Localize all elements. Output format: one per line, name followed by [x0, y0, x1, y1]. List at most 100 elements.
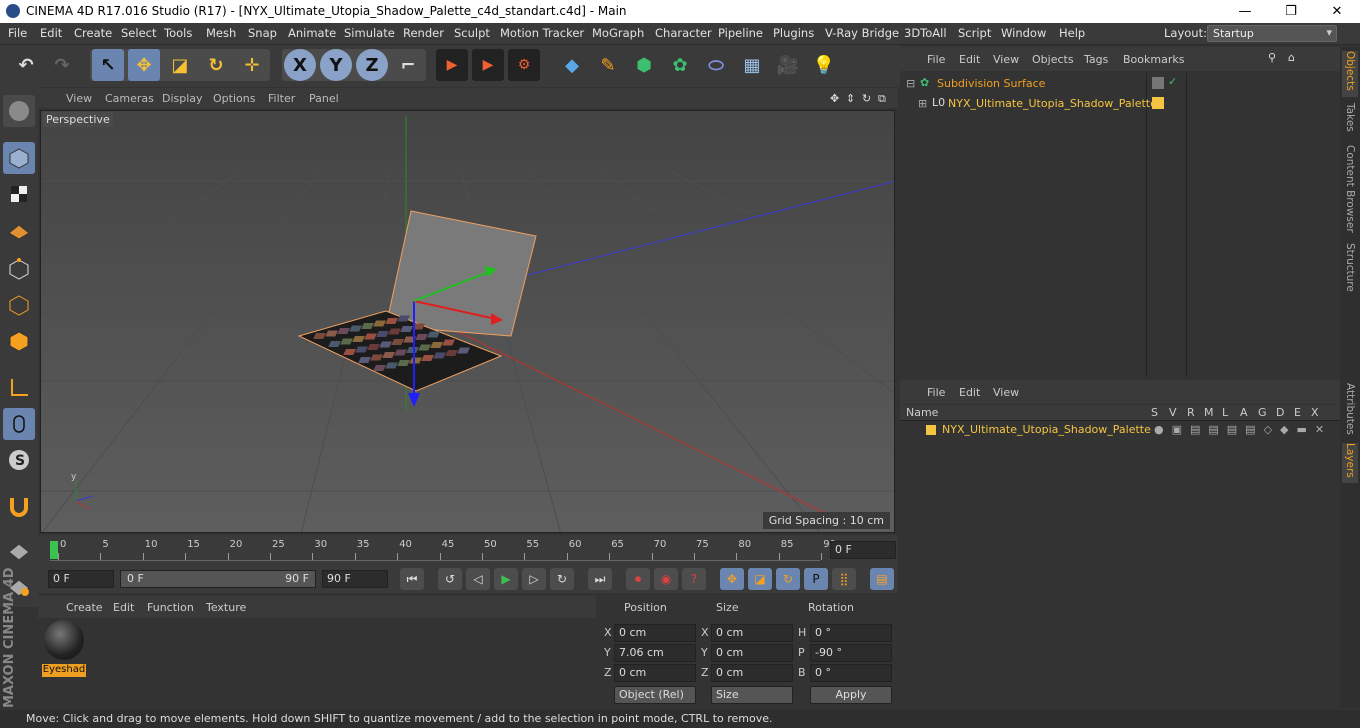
menu-plugins[interactable]: Plugins — [773, 26, 814, 40]
material-menu-function[interactable]: Function — [147, 601, 194, 614]
layers-menu-edit[interactable]: Edit — [959, 386, 980, 399]
layers-menu-view[interactable]: View — [993, 386, 1019, 399]
rot-p-field[interactable]: -90 ° — [810, 644, 892, 662]
menu-help[interactable]: Help — [1059, 26, 1085, 40]
menu-mograph[interactable]: MoGraph — [592, 26, 644, 40]
autokey-icon[interactable]: ◉ — [654, 568, 678, 590]
scale-icon[interactable]: ◪ — [164, 49, 196, 81]
key-parameter-icon[interactable]: P — [804, 568, 828, 590]
menu-edit[interactable]: Edit — [40, 26, 62, 40]
snap-icon[interactable]: S — [3, 444, 35, 476]
timeline-ruler[interactable]: 051015202530354045505560657075808590 — [50, 539, 836, 561]
search-icon[interactable]: ⚲ — [1268, 51, 1276, 64]
layer-col-render[interactable]: R — [1187, 406, 1195, 419]
render-view-icon[interactable]: ▶ — [436, 49, 468, 81]
pos-y-field[interactable]: 7.06 cm — [614, 644, 696, 662]
objects-menu-objects[interactable]: Objects — [1032, 53, 1074, 66]
size-x-field[interactable]: 0 cm — [711, 624, 793, 642]
rot-b-field[interactable]: 0 ° — [810, 664, 892, 682]
next-frame-icon[interactable]: ▷ — [522, 568, 546, 590]
layer-col-deformers[interactable]: D — [1276, 406, 1284, 419]
viewport-move-icon[interactable]: ✥ — [830, 92, 839, 105]
layer-col-manager[interactable]: M — [1204, 406, 1214, 419]
move-icon[interactable]: ✥ — [128, 49, 160, 81]
rot-h-field[interactable]: 0 ° — [810, 624, 892, 642]
editor-visibility-icon[interactable] — [1152, 77, 1164, 89]
objects-menu-tags[interactable]: Tags — [1084, 53, 1108, 66]
menu-3dtoall[interactable]: 3DToAll — [904, 26, 947, 40]
layer-color-icon[interactable] — [926, 425, 936, 435]
layout-dropdown[interactable]: Startup ▾ — [1207, 25, 1337, 42]
current-frame-field[interactable]: 0 F — [830, 541, 896, 559]
layer-color-icon[interactable] — [1152, 97, 1164, 109]
playhead[interactable] — [50, 541, 58, 559]
menu-motion-tracker[interactable]: Motion Tracker — [500, 26, 584, 40]
menu-pipeline[interactable]: Pipeline — [718, 26, 763, 40]
viewport-menu-filter[interactable]: Filter — [268, 92, 295, 105]
cube-icon[interactable]: ◆ — [556, 49, 588, 81]
tab-layers[interactable]: Layers — [1342, 443, 1358, 483]
layer-col-expressions[interactable]: E — [1294, 406, 1301, 419]
model-mode-icon[interactable] — [3, 142, 35, 174]
key-pla-icon[interactable]: ⣿ — [832, 568, 856, 590]
subdivision-icon[interactable]: ⬢ — [628, 49, 660, 81]
x-axis-icon[interactable]: X — [284, 49, 316, 81]
go-to-start-icon[interactable]: ⏮ — [400, 568, 424, 590]
viewport-menu-cameras[interactable]: Cameras — [105, 92, 154, 105]
layer-col-view[interactable]: V — [1169, 406, 1177, 419]
camera-label[interactable]: Perspective — [43, 112, 113, 127]
viewport-menu-options[interactable]: Options — [213, 92, 255, 105]
points-mode-icon[interactable] — [3, 253, 35, 285]
pos-x-field[interactable]: 0 cm — [614, 624, 696, 642]
play-icon[interactable]: ▶ — [494, 568, 518, 590]
tweak-mode-icon[interactable] — [3, 408, 35, 440]
material-swatch[interactable]: Eyeshad — [42, 620, 86, 678]
objects-menu-file[interactable]: File — [927, 53, 945, 66]
menu-file[interactable]: File — [8, 26, 27, 40]
render-picture-viewer-icon[interactable]: ▶ — [472, 49, 504, 81]
material-menu-edit[interactable]: Edit — [113, 601, 134, 614]
size-mode-dropdown[interactable]: Size — [711, 686, 793, 704]
viewport-rotate-icon[interactable]: ↻ — [862, 92, 871, 105]
menu-character[interactable]: Character — [655, 26, 712, 40]
menu-window[interactable]: Window — [1001, 26, 1046, 40]
layer-col-generators[interactable]: G — [1258, 406, 1267, 419]
floor-icon[interactable]: ▦ — [736, 49, 768, 81]
previous-frame-icon[interactable]: ◁ — [466, 568, 490, 590]
texture-mode-icon[interactable] — [3, 178, 35, 210]
expand-icon[interactable]: ⊞ — [918, 97, 927, 110]
key-rotation-icon[interactable]: ↻ — [776, 568, 800, 590]
pos-z-field[interactable]: 0 cm — [614, 664, 696, 682]
axis-mode-icon[interactable] — [3, 372, 35, 404]
objects-menu-bookmarks[interactable]: Bookmarks — [1123, 53, 1184, 66]
coordinate-system-icon[interactable]: ⌐ — [392, 49, 424, 81]
menu-sculpt[interactable]: Sculpt — [454, 26, 490, 40]
go-to-end-icon[interactable]: ⏭ — [588, 568, 612, 590]
make-editable-icon[interactable] — [3, 95, 35, 127]
expand-icon[interactable]: ⊟ — [906, 77, 915, 90]
layer-col-solo[interactable]: S — [1151, 406, 1158, 419]
menu-script[interactable]: Script — [958, 26, 991, 40]
range-slider[interactable]: 0 F 90 F — [120, 570, 316, 588]
z-axis-icon[interactable]: Z — [356, 49, 388, 81]
rotate-icon[interactable]: ↻ — [200, 49, 232, 81]
viewport[interactable]: y Perspective Grid Spacing : 10 cm — [40, 110, 895, 533]
tab-takes[interactable]: Takes — [1342, 103, 1358, 139]
camera-icon[interactable]: 🎥 — [772, 49, 804, 81]
menu-create[interactable]: Create — [74, 26, 112, 40]
material-menu-create[interactable]: Create — [66, 601, 103, 614]
tab-objects[interactable]: Objects — [1342, 51, 1358, 97]
start-frame-field[interactable]: 0 F — [48, 570, 114, 588]
workplane-icon[interactable] — [3, 215, 35, 247]
home-icon[interactable]: ⌂ — [1288, 51, 1295, 64]
viewport-menu-display[interactable]: Display — [162, 92, 203, 105]
tab-content-browser[interactable]: Content Browser — [1342, 145, 1358, 235]
viewport-maximize-icon[interactable]: ⧉ — [878, 92, 886, 106]
record-icon[interactable]: ⏺ — [626, 568, 650, 590]
edges-mode-icon[interactable] — [3, 289, 35, 321]
y-axis-icon[interactable]: Y — [320, 49, 352, 81]
size-y-field[interactable]: 0 cm — [711, 644, 793, 662]
layer-col-animation[interactable]: A — [1240, 406, 1248, 419]
deformer-icon[interactable]: ⬭ — [700, 49, 732, 81]
keyframe-selection-icon[interactable]: ? — [682, 568, 706, 590]
